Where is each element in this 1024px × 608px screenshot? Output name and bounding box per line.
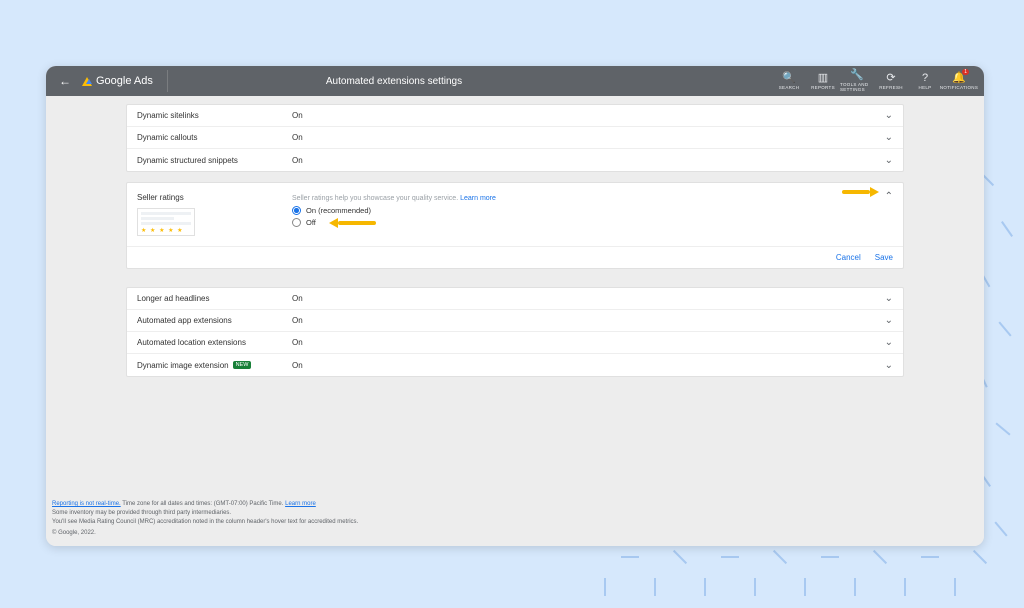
extension-status: On: [292, 294, 303, 303]
page-title: Automated extensions settings: [326, 76, 462, 87]
cancel-button[interactable]: Cancel: [836, 253, 861, 262]
radio-on-label: On (recommended): [306, 206, 371, 215]
footer-learn-more-link[interactable]: Learn more: [285, 501, 316, 507]
notification-badge: 1: [962, 69, 969, 75]
radio-on-recommended[interactable]: On (recommended): [292, 206, 893, 215]
radio-off[interactable]: Off: [292, 218, 893, 227]
radio-on-icon[interactable]: [292, 206, 301, 215]
expand-chevron-icon[interactable]: ⌄: [885, 293, 893, 304]
extension-row[interactable]: Automated location extensionsOn ⌄: [127, 332, 903, 354]
extension-status: On: [292, 156, 303, 165]
tool-notifications[interactable]: 🔔NOTIFICATIONS1: [942, 66, 976, 96]
extension-row[interactable]: Dynamic image extensionNEWOn ⌄: [127, 354, 903, 376]
callout-arrow-to-off: [321, 220, 376, 226]
tool-tools-and-settings[interactable]: 🔧TOOLS AND SETTINGS: [840, 66, 874, 96]
extension-name: Automated location extensions: [137, 338, 292, 347]
tool-reports[interactable]: ▥REPORTS: [806, 66, 840, 96]
app-window: ← Google Ads Automated extensions settin…: [46, 66, 984, 546]
radio-off-label: Off: [306, 218, 316, 227]
seller-ratings-thumbnail: ★ ★ ★ ★ ★: [137, 208, 195, 236]
learn-more-link[interactable]: Learn more: [460, 195, 496, 202]
radio-off-icon[interactable]: [292, 218, 301, 227]
extension-status: On: [292, 133, 303, 142]
expand-chevron-icon[interactable]: ⌄: [885, 110, 893, 121]
new-badge: NEW: [233, 361, 252, 369]
reporting-realtime-link[interactable]: Reporting is not real-time.: [52, 501, 121, 507]
extension-row[interactable]: Longer ad headlinesOn ⌄: [127, 288, 903, 310]
tool-search[interactable]: 🔍SEARCH: [772, 66, 806, 96]
expand-chevron-icon[interactable]: ⌄: [885, 155, 893, 166]
app-bar: ← Google Ads Automated extensions settin…: [46, 66, 984, 96]
footer-line2: Some inventory may be provided through t…: [52, 509, 358, 518]
tool-icon: 🔧: [850, 70, 864, 81]
google-ads-logo-icon: [82, 77, 92, 86]
extension-status: On: [292, 111, 303, 120]
extension-name: Dynamic sitelinks: [137, 111, 292, 120]
collapse-chevron-icon[interactable]: ⌃: [885, 191, 893, 202]
extension-name: Dynamic image extensionNEW: [137, 361, 292, 370]
extension-row[interactable]: Dynamic calloutsOn ⌄: [127, 127, 903, 149]
divider: [167, 70, 168, 92]
tool-icon: ⟳: [886, 73, 895, 84]
expand-chevron-icon[interactable]: ⌄: [885, 360, 893, 371]
brand-logo[interactable]: Google Ads: [76, 75, 159, 87]
extension-name: Dynamic callouts: [137, 133, 292, 142]
expand-chevron-icon[interactable]: ⌄: [885, 337, 893, 348]
extension-row[interactable]: Automated app extensionsOn ⌄: [127, 310, 903, 332]
extension-status: On: [292, 338, 303, 347]
tool-help[interactable]: ?HELP: [908, 66, 942, 96]
extension-name: Longer ad headlines: [137, 294, 292, 303]
star-icons: ★ ★ ★ ★ ★: [141, 227, 191, 234]
brand-text: Google Ads: [96, 75, 153, 87]
footer-line3: You'll see Media Rating Council (MRC) ac…: [52, 518, 358, 527]
content-area: Dynamic sitelinksOn⌄Dynamic calloutsOn⌄D…: [46, 96, 984, 546]
extension-row[interactable]: Dynamic sitelinksOn ⌄: [127, 105, 903, 127]
tool-icon: ▥: [818, 73, 828, 84]
callout-arrow-to-collapse: [842, 189, 879, 195]
footer: Reporting is not real-time. Time zone fo…: [52, 500, 358, 538]
seller-ratings-help-text: Seller ratings help you showcase your qu…: [292, 195, 496, 202]
extension-name: Automated app extensions: [137, 316, 292, 325]
extension-status: On: [292, 316, 303, 325]
seller-ratings-panel: Seller ratings ★ ★ ★ ★ ★ Seller ratings …: [126, 182, 904, 269]
tool-icon: 🔍: [782, 73, 796, 84]
expand-chevron-icon[interactable]: ⌄: [885, 132, 893, 143]
extension-status: On: [292, 361, 303, 370]
footer-copyright: © Google, 2022.: [52, 529, 358, 538]
extension-row[interactable]: Dynamic structured snippetsOn ⌄: [127, 149, 903, 171]
extensions-panel-1: Dynamic sitelinksOn⌄Dynamic calloutsOn⌄D…: [126, 104, 904, 172]
expand-chevron-icon[interactable]: ⌄: [885, 315, 893, 326]
extension-name: Dynamic structured snippets: [137, 156, 292, 165]
seller-ratings-label: Seller ratings: [137, 193, 184, 202]
save-button[interactable]: Save: [875, 253, 893, 262]
extensions-panel-2: Longer ad headlinesOn⌄Automated app exte…: [126, 287, 904, 377]
tool-icon: ?: [922, 73, 928, 84]
tool-refresh[interactable]: ⟳REFRESH: [874, 66, 908, 96]
toolbar: 🔍SEARCH▥REPORTS🔧TOOLS AND SETTINGS⟳REFRE…: [772, 66, 976, 96]
back-button[interactable]: ←: [54, 74, 76, 88]
